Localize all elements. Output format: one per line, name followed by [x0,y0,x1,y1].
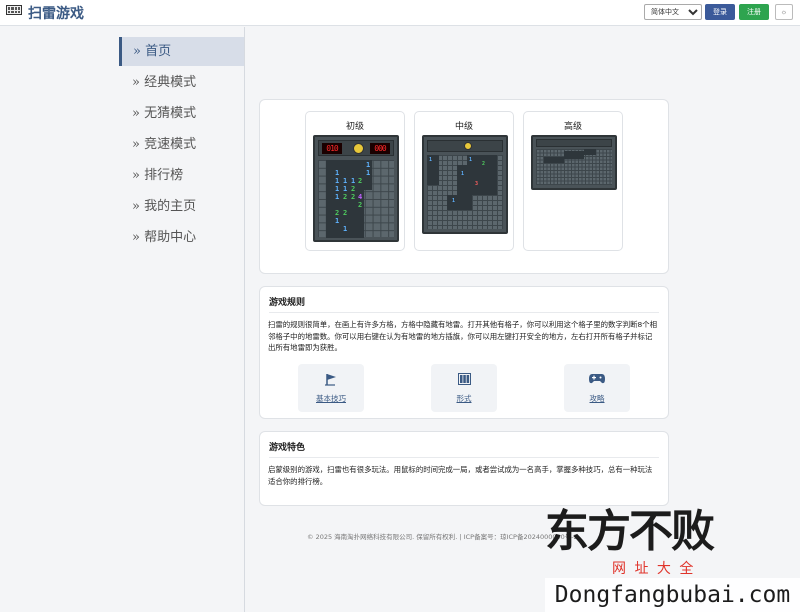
features-card: 游戏特色 启蒙级别的游戏，扫雷也有很多玩法。用鼠标的时间完成一局，或者尝试成为一… [259,431,669,506]
board-status-bar: 010 000 [318,140,394,156]
basic-tips-button[interactable]: 基本技巧 [298,364,364,412]
smile-icon[interactable] [464,142,472,150]
mine-counter: 010 [322,143,342,154]
sidebar-item-home[interactable]: » 首页 [119,37,244,66]
level-card-beginner[interactable]: 初级 010 000 1 1 1 1 1 1 2 1 1 2 1 2 2 4 2… [305,111,405,251]
flag-icon [298,373,364,387]
main-content: 初级 010 000 1 1 1 1 1 1 2 1 1 2 1 2 2 4 2… [245,27,800,612]
sidebar-item-classic[interactable]: » 经典模式 [119,68,244,97]
strategy-button[interactable]: 攻略 [564,364,630,412]
modes-button[interactable]: 形式 [431,364,497,412]
sidebar-item-no-guess[interactable]: » 无猜模式 [119,99,244,128]
strategy-label[interactable]: 攻略 [564,393,630,404]
expert-board-preview[interactable] [531,135,617,190]
sidebar-item-speed[interactable]: » 竞速模式 [119,130,244,159]
divider [269,457,659,458]
smile-icon[interactable] [353,143,364,154]
timer: 000 [370,143,390,154]
sidebar-item-leaderboard[interactable]: » 排行榜 [119,161,244,190]
basic-tips-label[interactable]: 基本技巧 [298,393,364,404]
site-title[interactable]: 扫雷游戏 [28,3,84,23]
level-name: 高级 [563,122,582,132]
divider [269,312,659,313]
beginner-board-preview[interactable]: 010 000 1 1 1 1 1 1 2 1 1 2 1 2 2 4 2 2 … [313,135,399,242]
rules-card: 游戏规则 扫雷的规则很简单，在画上有许多方格，方格中隐藏有地雷。打开其他有格子，… [259,286,669,419]
features-title: 游戏特色 [269,443,306,453]
sidebar: » 首页 » 经典模式 » 无猜模式 » 竞速模式 » 排行榜 » 我的主页 »… [0,27,245,612]
mine-grid[interactable] [536,149,612,185]
intermediate-board-preview[interactable]: 1 1 2 1 3 1 [422,135,508,234]
level-select-card: 初级 010 000 1 1 1 1 1 1 2 1 1 2 1 2 2 4 2… [259,99,669,274]
login-button[interactable]: 登录 [705,4,735,20]
level-name: 初级 [345,122,364,132]
modes-label[interactable]: 形式 [431,393,497,404]
gamepad-icon [564,373,630,387]
mine-grid[interactable]: 1 1 2 1 3 1 [427,155,503,229]
sidebar-item-profile[interactable]: » 我的主页 [119,192,244,221]
language-select[interactable]: 简体中文 [644,4,702,20]
sidebar-item-help[interactable]: » 帮助中心 [119,223,244,252]
grid-icon [431,373,497,387]
features-text: 启蒙级别的游戏，扫雷也有很多玩法。用鼠标的时间完成一局，或者尝试成为一名高手，掌… [268,465,653,486]
level-card-intermediate[interactable]: 中级 1 1 2 1 3 1 [414,111,514,251]
board-status-bar [536,139,612,147]
footer-copyright: © 2025 海南淘扑网络科技有限公司. 保留所有权利. | ICP备案号：琼I… [307,533,578,541]
rules-text: 扫雷的规则很简单，在画上有许多方格，方格中隐藏有地雷。打开其他有格子，你可以利用… [268,320,658,352]
watermark-subtitle: 网 址 大 全 [612,561,696,577]
level-name: 中级 [454,122,473,132]
level-card-expert[interactable]: 高级 [523,111,623,251]
mine-grid[interactable]: 1 1 1 1 1 1 2 1 1 2 1 2 2 4 2 2 2 1 1 [318,160,394,238]
top-header: 扫雷游戏 简体中文 登录 注册 ☼ [0,0,800,26]
theme-toggle-button[interactable]: ☼ [775,4,793,20]
board-status-bar [427,140,503,152]
minesweeper-logo-icon [6,5,22,15]
rules-title: 游戏规则 [269,298,306,308]
register-button[interactable]: 注册 [739,4,769,20]
watermark-url: Dongfangbubai.com [545,578,800,612]
watermark-logo: 东方不败 [545,506,715,557]
